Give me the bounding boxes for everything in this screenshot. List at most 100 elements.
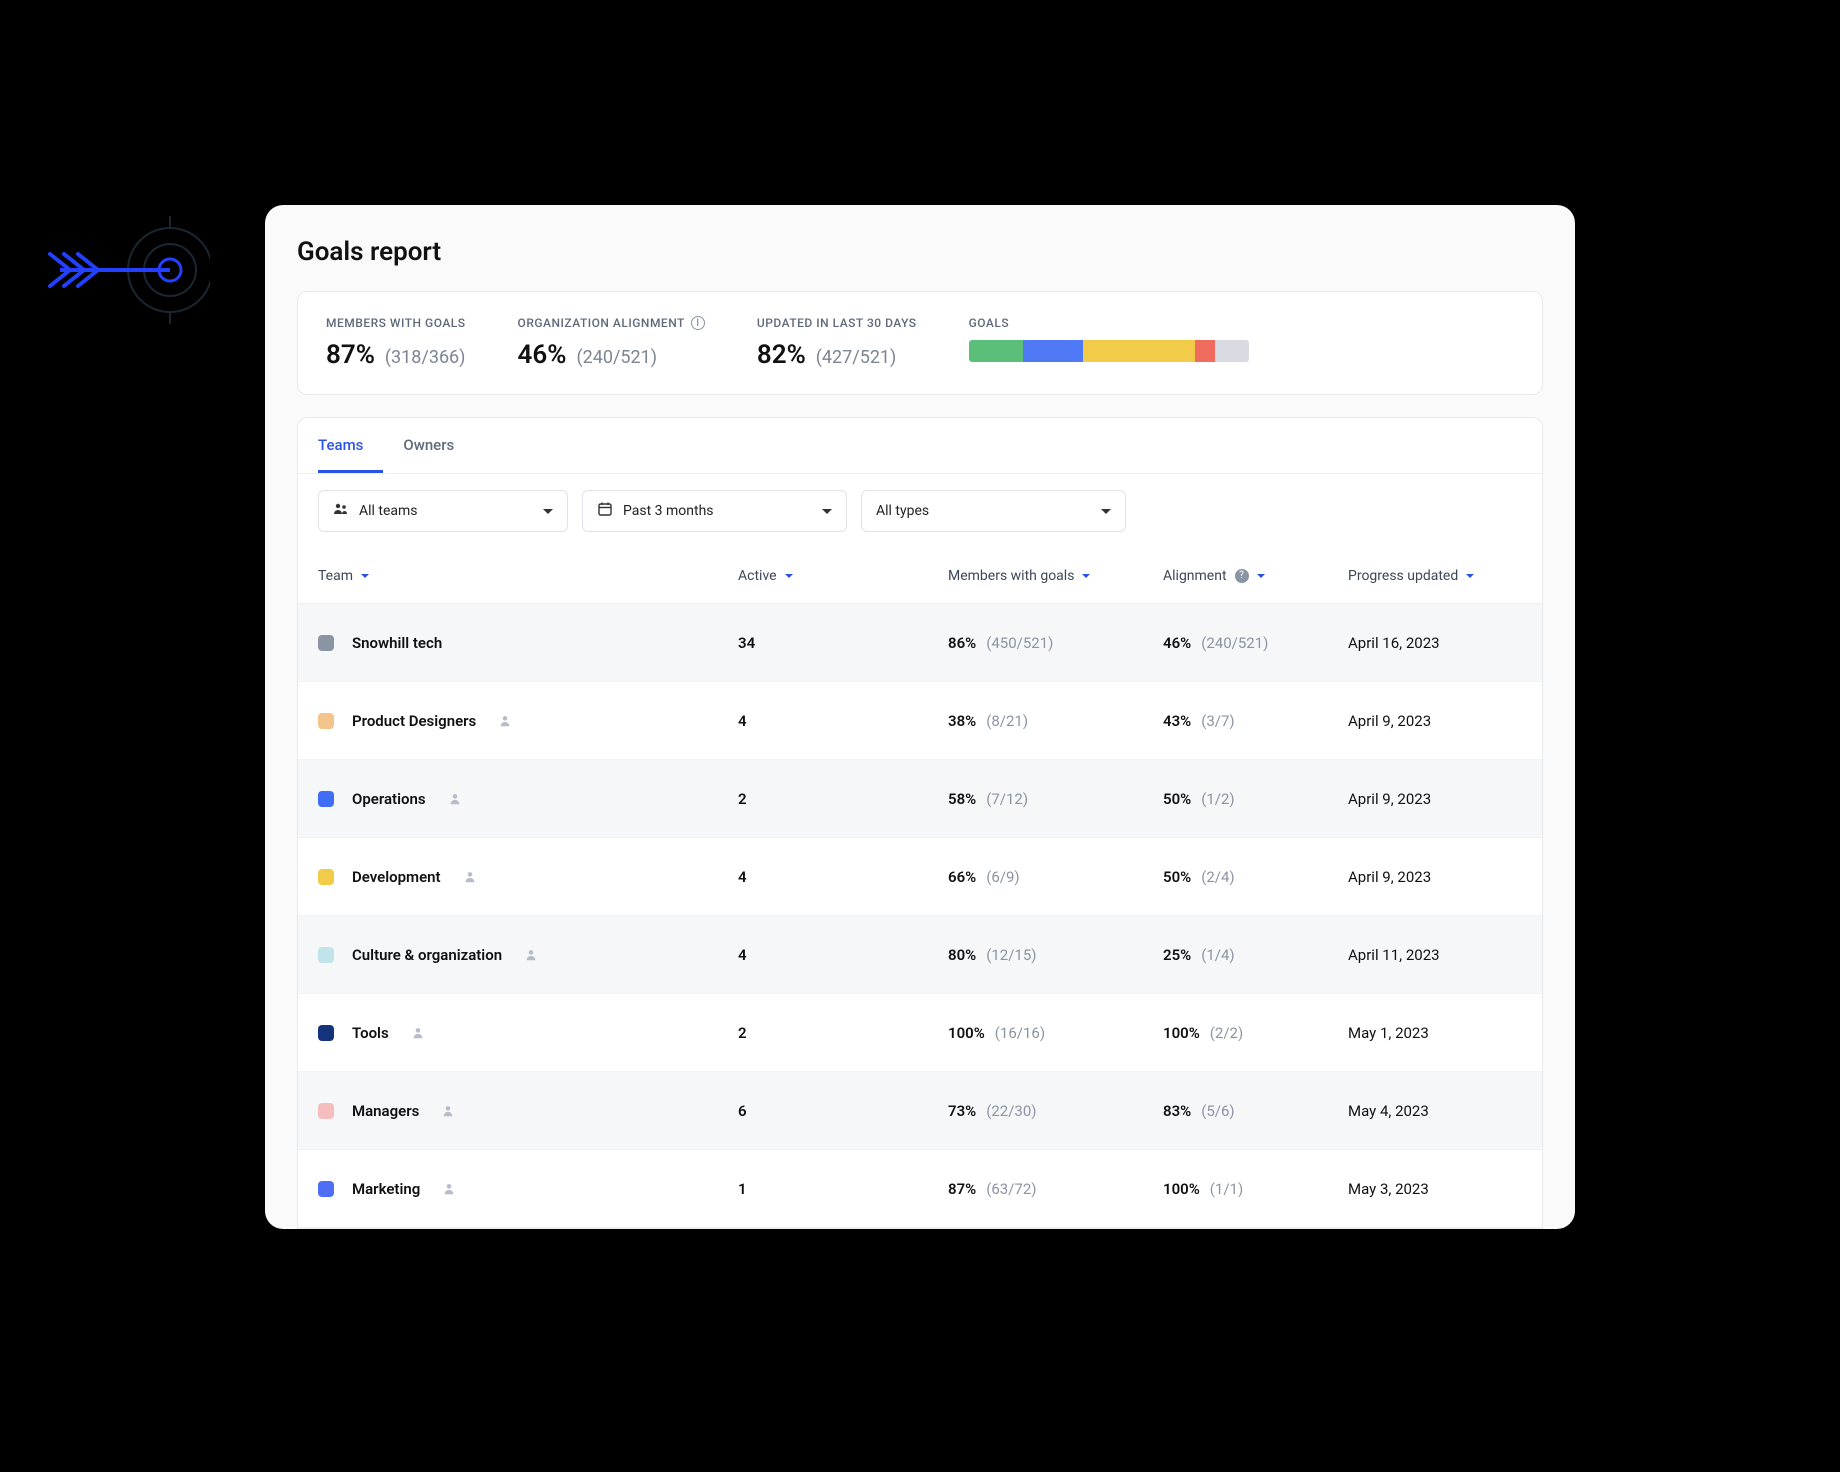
team-cell: Operations	[318, 790, 738, 808]
active-count: 6	[738, 1102, 948, 1120]
active-count: 1	[738, 1180, 948, 1198]
active-count: 4	[738, 868, 948, 886]
progress-updated: May 3, 2023	[1348, 1180, 1522, 1198]
stats-card: MEMBERS WITH GOALS 87% (318/366) ORGANIZ…	[297, 291, 1543, 395]
alignment-pct: 25%	[1163, 946, 1191, 964]
table-row[interactable]: Snowhill tech3486%(450/521)46%(240/521)A…	[298, 604, 1542, 682]
active-count: 2	[738, 1024, 948, 1042]
goals-report-panel: Goals report MEMBERS WITH GOALS 87% (318…	[265, 205, 1575, 1229]
th-members[interactable]: Members with goals	[948, 568, 1163, 584]
members-pct: 100%	[948, 1024, 985, 1042]
members-cell: 87%(63/72)	[948, 1180, 1163, 1198]
team-cell: Managers	[318, 1102, 738, 1120]
members-cell: 58%(7/12)	[948, 790, 1163, 808]
alignment-cell: 100%(1/1)	[1163, 1180, 1348, 1198]
team-cell: Product Designers	[318, 712, 738, 730]
user-icon	[442, 1182, 456, 1196]
members-pct: 80%	[948, 946, 976, 964]
alignment-cell: 46% (240/521)	[1163, 634, 1348, 652]
user-icon	[498, 714, 512, 728]
alignment-detail: (2/2)	[1210, 1024, 1243, 1042]
members-detail: (450/521)	[986, 634, 1053, 652]
team-cell: Development	[318, 868, 738, 886]
chevron-down-icon	[822, 509, 832, 514]
stat-goals: GOALS	[969, 316, 1249, 370]
members-pct: 86%	[948, 634, 976, 652]
team-name: Product Designers	[352, 712, 476, 730]
th-alignment[interactable]: Alignment ?	[1163, 568, 1348, 584]
th-team[interactable]: Team	[318, 568, 738, 584]
team-cell: Culture & organization	[318, 946, 738, 964]
team-color-swatch	[318, 713, 334, 729]
info-icon[interactable]: i	[691, 316, 705, 330]
alignment-pct: 43%	[1163, 712, 1191, 730]
stat-label: GOALS	[969, 316, 1249, 330]
bar-segment	[1083, 340, 1195, 362]
team-color-swatch	[318, 791, 334, 807]
filter-label: All teams	[359, 503, 418, 519]
team-color-swatch	[318, 635, 334, 651]
tab-teams[interactable]: Teams	[318, 418, 383, 473]
th-active[interactable]: Active	[738, 568, 948, 584]
user-icon	[448, 792, 462, 806]
members-pct: 87%	[948, 1180, 976, 1198]
stat-detail: (318/366)	[385, 347, 466, 368]
help-icon[interactable]: ?	[1235, 569, 1249, 583]
alignment-pct: 100%	[1163, 1024, 1200, 1042]
stat-detail: (427/521)	[816, 347, 897, 368]
alignment-cell: 100% (2/2)	[1163, 1024, 1348, 1042]
stat-pct: 87%	[326, 340, 375, 370]
alignment-detail: (1/4)	[1201, 946, 1234, 964]
user-icon	[411, 1026, 425, 1040]
table-row[interactable]: Managers673%(22/30)83%(5/6)May 4, 2023	[298, 1072, 1542, 1150]
active-count: 2	[738, 790, 948, 808]
stat-pct: 82%	[757, 340, 806, 370]
stat-members-with-goals: MEMBERS WITH GOALS 87% (318/366)	[326, 316, 466, 370]
target-decoration-icon	[30, 210, 210, 330]
progress-updated: April 11, 2023	[1348, 946, 1522, 964]
user-icon	[441, 1104, 455, 1118]
team-name: Culture & organization	[352, 946, 502, 964]
table-row[interactable]: Marketing187%(63/72)100%(1/1)May 3, 2023	[298, 1150, 1542, 1228]
active-count: 34	[738, 634, 948, 652]
tabs-box: Teams Owners All teams Past 3 months	[297, 417, 1543, 1229]
table-row[interactable]: Operations258%(7/12)50%(1/2)April 9, 202…	[298, 760, 1542, 838]
members-cell: 80%(12/15)	[948, 946, 1163, 964]
stat-label: UPDATED IN LAST 30 DAYS	[757, 316, 917, 330]
alignment-cell: 50%(1/2)	[1163, 790, 1348, 808]
team-name: Tools	[352, 1024, 389, 1042]
team-name: Operations	[352, 790, 426, 808]
members-pct: 66%	[948, 868, 976, 886]
table-row[interactable]: Product Designers438%(8/21)43%(3/7)April…	[298, 682, 1542, 760]
sort-icon	[1257, 574, 1265, 578]
team-color-swatch	[318, 1181, 334, 1197]
active-count: 4	[738, 946, 948, 964]
alignment-pct: 50%	[1163, 790, 1191, 808]
alignment-detail: (240/521)	[1201, 634, 1268, 652]
filter-team[interactable]: All teams	[318, 490, 568, 532]
th-progress[interactable]: Progress updated	[1348, 568, 1474, 584]
members-cell: 100%(16/16)	[948, 1024, 1163, 1042]
alignment-cell: 25% (1/4)	[1163, 946, 1348, 964]
user-icon	[524, 948, 538, 962]
table-row[interactable]: Tools2100%(16/16)100%(2/2)May 1, 2023	[298, 994, 1542, 1072]
alignment-detail: (2/4)	[1201, 868, 1234, 886]
alignment-pct: 46%	[1163, 634, 1191, 652]
stat-org-alignment: ORGANIZATION ALIGNMENT i 46% (240/521)	[518, 316, 705, 370]
table-row[interactable]: Development466%(6/9)50%(2/4)April 9, 202…	[298, 838, 1542, 916]
filters-row: All teams Past 3 months All types	[298, 474, 1542, 548]
filter-label: All types	[876, 503, 929, 519]
filter-type[interactable]: All types	[861, 490, 1126, 532]
members-pct: 58%	[948, 790, 976, 808]
members-pct: 38%	[948, 712, 976, 730]
alignment-pct: 83%	[1163, 1102, 1191, 1120]
tab-owners[interactable]: Owners	[403, 418, 474, 473]
filter-date[interactable]: Past 3 months	[582, 490, 847, 532]
team-name: Snowhill tech	[352, 634, 442, 652]
filter-label: Past 3 months	[623, 503, 714, 519]
alignment-cell: 83%(5/6)	[1163, 1102, 1348, 1120]
team-name: Development	[352, 868, 441, 886]
table-row[interactable]: Culture & organization 480%(12/15)25% (1/4…	[298, 916, 1542, 994]
alignment-pct: 100%	[1163, 1180, 1200, 1198]
chevron-down-icon	[1101, 509, 1111, 514]
